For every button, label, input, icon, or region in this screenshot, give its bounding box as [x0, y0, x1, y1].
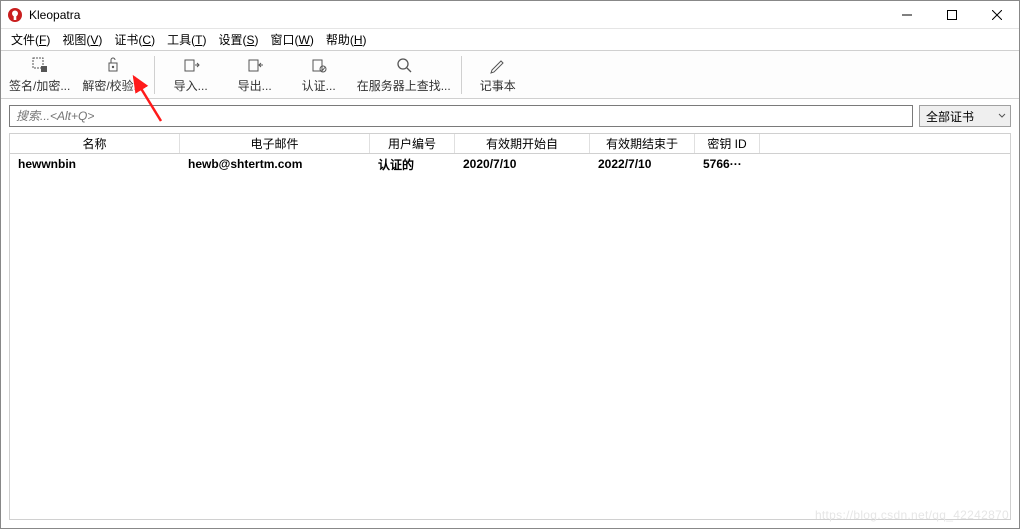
- decrypt-verify-label: 解密/校验...: [82, 77, 143, 94]
- menu-tools[interactable]: 工具(T): [161, 29, 212, 50]
- watermark: https://blog.csdn.net/qq_42242870: [815, 508, 1009, 522]
- titlebar: Kleopatra: [1, 1, 1019, 29]
- lookup-button[interactable]: 在服务器上查找...: [351, 52, 457, 98]
- toolbar-separator: [461, 56, 462, 94]
- export-icon: [246, 55, 264, 75]
- lookup-icon: [395, 55, 413, 75]
- toolbar-separator: [154, 56, 155, 94]
- certify-button[interactable]: 认证...: [287, 52, 351, 98]
- col-valid-from[interactable]: 有效期开始自: [455, 134, 590, 153]
- cell-key-id: 5766···: [695, 157, 760, 171]
- certify-icon: [310, 55, 328, 75]
- certificate-table: 名称 电子邮件 用户编号 有效期开始自 有效期结束于 密钥 ID hewwnbi…: [9, 133, 1011, 520]
- menu-view[interactable]: 视图(V): [56, 29, 108, 50]
- window-controls: [884, 1, 1019, 28]
- table-header: 名称 电子邮件 用户编号 有效期开始自 有效期结束于 密钥 ID: [10, 134, 1010, 154]
- sign-encrypt-icon: [31, 55, 49, 75]
- menu-help[interactable]: 帮助(H): [320, 29, 373, 50]
- table-body: hewwnbin hewb@shtertm.com 认证的 2020/7/10 …: [10, 154, 1010, 519]
- toolbar: 签名/加密... 解密/校验... 导入... 导出... 认证... 在服务器…: [1, 51, 1019, 99]
- import-button[interactable]: 导入...: [159, 52, 223, 98]
- certify-label: 认证...: [302, 77, 336, 94]
- minimize-button[interactable]: [884, 1, 929, 28]
- export-button[interactable]: 导出...: [223, 52, 287, 98]
- menu-cert[interactable]: 证书(C): [108, 29, 161, 50]
- notepad-label: 记事本: [480, 77, 516, 94]
- window-title: Kleopatra: [29, 8, 884, 22]
- cell-valid-from: 2020/7/10: [455, 157, 590, 171]
- sign-encrypt-label: 签名/加密...: [9, 77, 70, 94]
- cell-name: hewwnbin: [10, 157, 180, 171]
- menu-file[interactable]: 文件(F): [5, 29, 56, 50]
- app-icon: [7, 7, 23, 23]
- certificate-filter-select[interactable]: 全部证书: [919, 105, 1011, 127]
- export-label: 导出...: [238, 77, 272, 94]
- notepad-button[interactable]: 记事本: [466, 52, 530, 98]
- col-key-id[interactable]: 密钥 ID: [695, 134, 760, 153]
- cell-valid-to: 2022/7/10: [590, 157, 695, 171]
- search-input[interactable]: [9, 105, 913, 127]
- col-email[interactable]: 电子邮件: [180, 134, 370, 153]
- col-user[interactable]: 用户编号: [370, 134, 455, 153]
- menu-settings[interactable]: 设置(S): [212, 29, 264, 50]
- decrypt-verify-button[interactable]: 解密/校验...: [76, 52, 149, 98]
- search-row: 全部证书: [1, 99, 1019, 133]
- cell-user: 认证的: [370, 156, 455, 173]
- col-name[interactable]: 名称: [10, 134, 180, 153]
- chevron-down-icon: [998, 109, 1006, 123]
- menubar: 文件(F) 视图(V) 证书(C) 工具(T) 设置(S) 窗口(W) 帮助(H…: [1, 29, 1019, 51]
- table-row[interactable]: hewwnbin hewb@shtertm.com 认证的 2020/7/10 …: [10, 154, 1010, 174]
- import-icon: [182, 55, 200, 75]
- import-label: 导入...: [174, 77, 208, 94]
- lookup-label: 在服务器上查找...: [357, 77, 451, 94]
- close-button[interactable]: [974, 1, 1019, 28]
- certificate-filter-label: 全部证书: [926, 108, 974, 125]
- cell-email: hewb@shtertm.com: [180, 157, 370, 171]
- notepad-icon: [489, 55, 507, 75]
- maximize-button[interactable]: [929, 1, 974, 28]
- sign-encrypt-button[interactable]: 签名/加密...: [3, 52, 76, 98]
- menu-window[interactable]: 窗口(W): [264, 29, 319, 50]
- col-valid-to[interactable]: 有效期结束于: [590, 134, 695, 153]
- decrypt-verify-icon: [104, 55, 122, 75]
